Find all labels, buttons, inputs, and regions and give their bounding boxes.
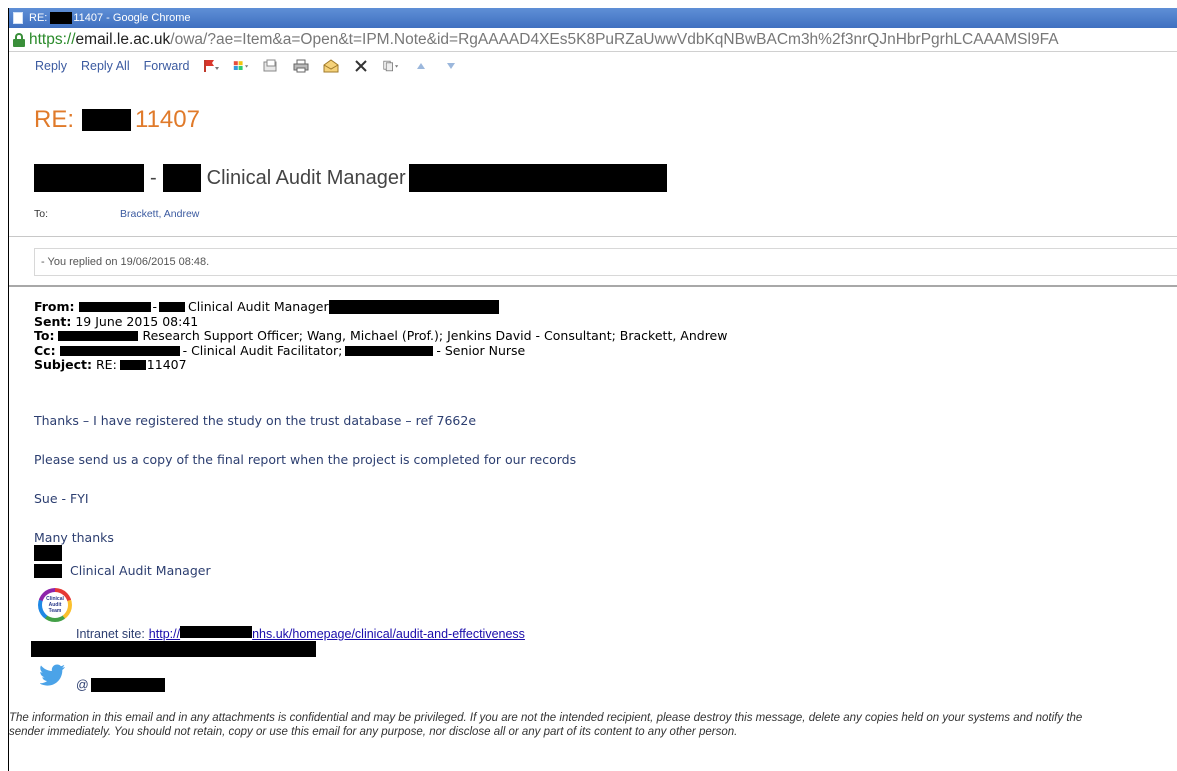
subject-header-prefix: RE: <box>96 357 117 372</box>
to-line: To: Research Support Officer; Wang, Mich… <box>34 328 728 344</box>
categories-icon[interactable] <box>233 58 249 74</box>
redaction <box>119 360 146 371</box>
intranet-link[interactable]: http:// nhs.uk/homepage/clinical/audit-an… <box>149 626 525 641</box>
from-label: From: <box>34 299 75 314</box>
redaction <box>345 345 434 356</box>
print-icon[interactable] <box>293 58 309 74</box>
redaction <box>34 164 144 192</box>
quoted-headers: From: - Clinical Audit Manager Sent: 19 … <box>34 299 728 373</box>
cc-line: Cc: - Clinical Audit Facilitator; - Seni… <box>34 342 727 359</box>
intranet-link-end: nhs.uk/homepage/clinical/audit-and-effec… <box>252 627 525 641</box>
redaction <box>162 164 201 192</box>
browser-window: RE: 11407 - Google Chrome https:// email… <box>8 8 1177 771</box>
move-icon[interactable] <box>263 58 279 74</box>
copy-icon[interactable] <box>383 58 399 74</box>
redaction <box>82 109 132 131</box>
confidentiality-disclaimer: The information in this email and in any… <box>9 711 1177 739</box>
page-icon <box>13 12 23 24</box>
redaction <box>78 302 151 313</box>
lock-icon <box>13 32 25 47</box>
to-recipient-link[interactable]: Brackett, Andrew <box>120 208 199 220</box>
replied-notice: - You replied on 19/06/2015 08:48. <box>34 248 1177 276</box>
disclaimer-line-1: The information in this email and in any… <box>9 712 1083 724</box>
body-line-2: Please send us a copy of the final repor… <box>34 452 577 467</box>
redaction <box>159 302 186 313</box>
redaction <box>50 12 73 24</box>
divider <box>9 285 1177 287</box>
subject-number: 11407 <box>135 106 200 133</box>
intranet-line: Intranet site: http:// nhs.uk/homepage/cl… <box>76 626 525 641</box>
clinical-audit-team-logo: Clinical Audit Team <box>38 588 72 622</box>
sender-dash: - <box>150 166 157 189</box>
body-line-4: Many thanks <box>34 530 114 545</box>
logo-text: Team <box>48 608 62 614</box>
redaction <box>408 164 667 192</box>
divider <box>9 236 1177 237</box>
sent-line: Sent: 19 June 2015 08:41 <box>34 313 727 330</box>
previous-icon[interactable] <box>413 58 429 74</box>
from-line: From: - Clinical Audit Manager <box>34 299 727 315</box>
intranet-link-start: http:// <box>148 627 181 641</box>
flag-icon[interactable] <box>203 58 220 74</box>
intranet-label: Intranet site: <box>76 626 145 641</box>
delete-icon[interactable] <box>353 58 369 74</box>
mark-icon[interactable] <box>323 58 339 74</box>
redaction <box>31 641 316 657</box>
window-title-prefix: RE: <box>29 12 48 24</box>
twitter-at: @ <box>76 678 89 692</box>
disclaimer-line-2: sender immediately. You should not retai… <box>9 726 738 738</box>
twitter-handle: @ <box>76 678 165 692</box>
message-toolbar: Reply Reply All Forward <box>9 52 1177 80</box>
subject-prefix: RE: <box>34 106 75 133</box>
to-label: To: <box>34 208 49 220</box>
subject-label: Subject: <box>34 357 92 372</box>
url-host: email.le.ac.uk <box>75 30 171 48</box>
sent-value: 19 June 2015 08:41 <box>75 313 199 329</box>
from-role: Clinical Audit Manager <box>188 299 329 314</box>
redaction <box>90 678 165 692</box>
redaction <box>180 626 253 638</box>
sender-line: - Clinical Audit Manager <box>34 164 667 192</box>
signature-title: Clinical Audit Manager <box>70 563 211 578</box>
redaction <box>59 345 180 356</box>
message-subject: RE: 11407 <box>34 106 200 134</box>
sender-role: Clinical Audit Manager <box>206 166 406 189</box>
cc-label: Cc: <box>34 342 56 358</box>
redaction <box>58 331 139 342</box>
reply-all-button[interactable]: Reply All <box>81 59 130 73</box>
reply-button[interactable]: Reply <box>35 59 67 73</box>
window-titlebar: RE: 11407 - Google Chrome <box>9 8 1177 28</box>
forward-button[interactable]: Forward <box>144 59 190 73</box>
to-row: To: Brackett, Andrew <box>34 208 199 220</box>
to-header-label: To: <box>34 328 55 343</box>
redaction <box>328 300 499 315</box>
redaction <box>34 563 62 578</box>
body-line-3: Sue - FYI <box>34 491 89 506</box>
next-icon[interactable] <box>443 58 459 74</box>
subject-header-number: 11407 <box>146 357 187 372</box>
redaction <box>34 545 62 561</box>
url-path: /owa/?ae=Item&a=Open&t=IPM.Note&id=RgAAA… <box>170 30 1059 48</box>
signature-title-line: Clinical Audit Manager <box>34 563 211 578</box>
window-title-suffix: 11407 - Google Chrome <box>73 12 191 24</box>
body-line-1: Thanks – I have registered the study on … <box>34 413 477 428</box>
from-dash: - <box>152 299 158 314</box>
cc-value-2: - Senior Nurse <box>436 342 526 358</box>
twitter-bird-icon <box>40 664 65 686</box>
url-scheme: https:// <box>29 30 76 48</box>
address-bar[interactable]: https:// email.le.ac.uk /owa/?ae=Item&a=… <box>9 28 1177 52</box>
cc-value-1: - Clinical Audit Facilitator; <box>182 342 343 358</box>
subject-line: Subject: RE: 11407 <box>34 357 727 373</box>
to-header-value: Research Support Officer; Wang, Michael … <box>142 328 728 343</box>
sent-label: Sent: <box>34 313 72 329</box>
